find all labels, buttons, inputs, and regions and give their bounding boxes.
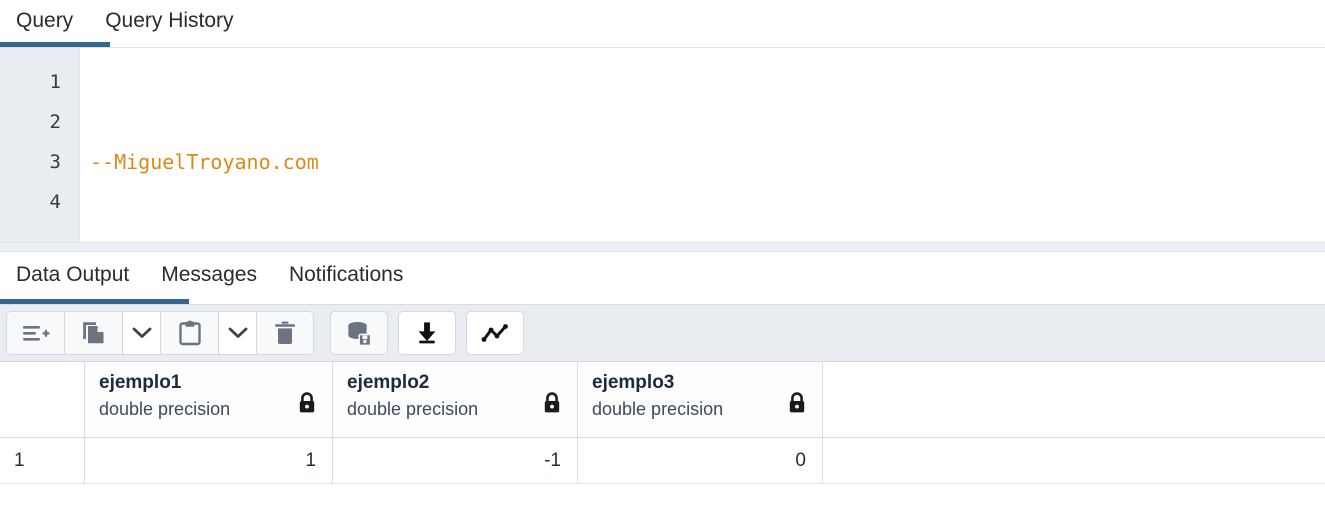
line-number: 3 xyxy=(49,151,61,173)
sql-code-area[interactable]: --MiguelTroyano.com select SIGN(5) as EJ… xyxy=(80,48,1325,242)
lock-icon xyxy=(298,392,316,419)
save-data-changes-button[interactable] xyxy=(330,311,388,355)
copy-button[interactable] xyxy=(64,311,122,355)
add-row-icon xyxy=(22,321,50,345)
result-grid-header: ejemplo1 double precision ejemplo2 doubl… xyxy=(0,362,1325,438)
tab-query-label: Query xyxy=(16,9,74,32)
add-row-button[interactable] xyxy=(6,311,64,355)
column-type: double precision xyxy=(347,399,479,419)
tab-query-history-label: Query History xyxy=(105,9,234,32)
cell-ejemplo1[interactable]: 1 xyxy=(85,438,333,483)
column-type: double precision xyxy=(592,399,724,419)
line-number-gutter: 1 2 3 4 xyxy=(0,48,80,242)
copy-options-button[interactable] xyxy=(122,311,160,355)
result-toolbar xyxy=(0,304,1325,362)
header-filler xyxy=(823,362,1325,437)
cell-ejemplo2[interactable]: -1 xyxy=(333,438,578,483)
paste-button[interactable] xyxy=(160,311,218,355)
line-number: 2 xyxy=(49,111,61,133)
active-tab-indicator xyxy=(0,42,110,47)
tab-notifications[interactable]: Notifications xyxy=(273,252,419,297)
lock-icon xyxy=(543,392,561,419)
row-filler xyxy=(823,438,1325,483)
paste-options-button[interactable] xyxy=(218,311,256,355)
trash-icon xyxy=(273,320,297,346)
graph-visualiser-icon xyxy=(481,321,509,345)
result-grid: ejemplo1 double precision ejemplo2 doubl… xyxy=(0,362,1325,484)
sql-editor[interactable]: 1 2 3 4 --MiguelTroyano.com select SIGN(… xyxy=(0,48,1325,242)
column-type: double precision xyxy=(99,399,231,419)
tab-notifications-label: Notifications xyxy=(288,263,404,286)
tab-messages[interactable]: Messages xyxy=(145,252,273,297)
code-line-1: --MiguelTroyano.com xyxy=(90,142,1325,182)
column-name: ejemplo1 xyxy=(99,372,182,393)
chevron-down-icon xyxy=(132,326,152,340)
cell-ejemplo3[interactable]: 0 xyxy=(578,438,823,483)
edit-button-group xyxy=(6,311,314,355)
download-csv-button[interactable] xyxy=(398,311,456,355)
tab-messages-label: Messages xyxy=(161,263,257,286)
chevron-down-icon xyxy=(228,326,248,340)
row-number: 1 xyxy=(0,438,85,483)
column-header-ejemplo3[interactable]: ejemplo3 double precision xyxy=(578,362,823,437)
save-data-changes-icon xyxy=(345,320,373,346)
column-name: ejemplo2 xyxy=(347,372,430,393)
column-name: ejemplo3 xyxy=(592,372,675,393)
column-header-ejemplo1[interactable]: ejemplo1 double precision xyxy=(85,362,333,437)
line-number: 1 xyxy=(49,71,61,93)
active-output-tab-indicator xyxy=(0,299,189,304)
tab-data-output-label: Data Output xyxy=(16,263,130,286)
rownum-header-cell xyxy=(0,362,85,437)
graph-visualiser-button[interactable] xyxy=(466,311,524,355)
panel-splitter[interactable] xyxy=(0,242,1325,252)
sql-comment: --MiguelTroyano.com xyxy=(90,150,319,174)
query-tabstrip: Query Query History xyxy=(0,0,1325,48)
tab-query-history[interactable]: Query History xyxy=(89,0,249,43)
delete-row-button[interactable] xyxy=(256,311,314,355)
column-header-ejemplo2[interactable]: ejemplo2 double precision xyxy=(333,362,578,437)
tab-data-output[interactable]: Data Output xyxy=(0,252,145,297)
line-number: 4 xyxy=(49,191,61,213)
lock-icon xyxy=(788,392,806,419)
tab-query[interactable]: Query xyxy=(0,0,89,43)
output-tabstrip: Data Output Messages Notifications xyxy=(0,252,1325,304)
table-row[interactable]: 1 1 -1 0 xyxy=(0,438,1325,484)
copy-icon xyxy=(81,320,107,346)
download-icon xyxy=(414,320,440,346)
paste-icon xyxy=(178,320,202,346)
